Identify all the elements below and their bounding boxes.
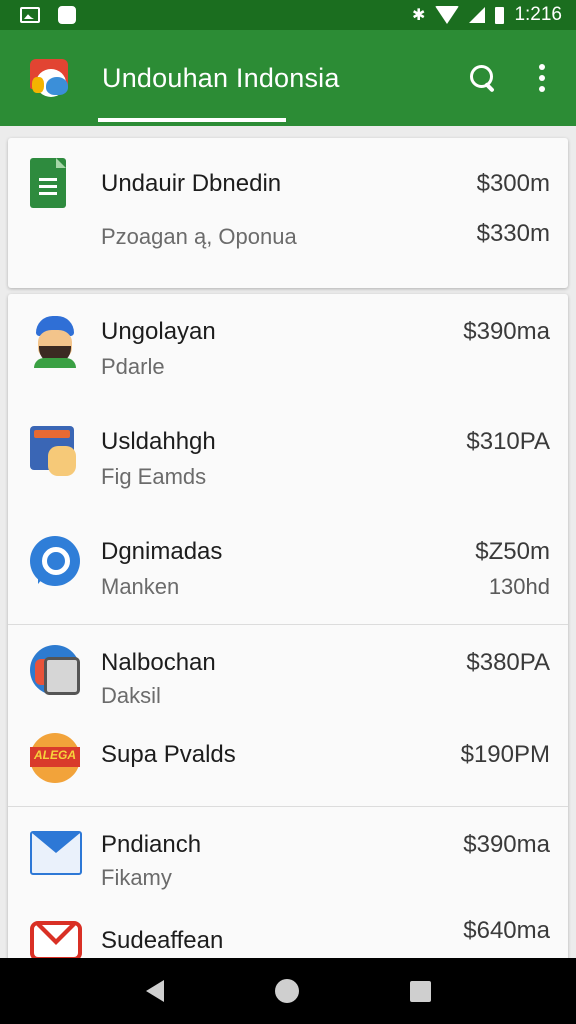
map-pin-icon	[30, 536, 80, 586]
list-item-subtitle: Manken	[101, 574, 180, 599]
summary-title: Undauir Dbnedin	[101, 170, 282, 197]
list-item-price: $190PM	[460, 741, 550, 768]
list-item-subtitle: Daksil	[101, 683, 161, 708]
status-bar: ✱ 1:216	[0, 0, 576, 30]
list-item[interactable]: Sudeaffean $640ma	[8, 907, 568, 958]
list-item[interactable]: Usldahhgh Fig Eamds $310PA	[8, 404, 568, 514]
list-item-price: $640ma	[463, 917, 550, 944]
list-item-title: Sudeaffean	[101, 927, 224, 954]
list-item-title: Nalbochan	[101, 649, 216, 676]
recent-apps-icon[interactable]	[409, 980, 431, 1002]
list-item-price: $390ma	[463, 831, 550, 858]
gallery-notification-icon	[20, 7, 40, 23]
list-item-price: $390ma	[463, 318, 550, 345]
list-item-subtitle: Fikamy	[101, 865, 172, 890]
face-avatar-icon	[30, 316, 80, 368]
summary-price-secondary: $330m	[476, 220, 550, 247]
list-item-title: Supa Pvalds	[101, 741, 236, 768]
app-title: Undouhan Indonsia	[102, 62, 340, 93]
navigation-bar	[0, 958, 576, 1024]
list-item[interactable]: Nalbochan Daksil $380PA	[8, 625, 568, 725]
mail-icon	[30, 831, 82, 875]
gmail-icon	[30, 921, 82, 958]
list-item-subtitle: Pdarle	[101, 354, 165, 379]
sale-badge-text: ALEGA	[34, 748, 76, 762]
list-item[interactable]: ALEGA Supa Pvalds $190PM	[8, 725, 568, 805]
app-logo-icon	[26, 55, 72, 101]
item-list-card: Ungolayan Pdarle $390ma Usldahhgh Fig Ea…	[8, 294, 568, 958]
app-bar: Undouhan Indonsia	[0, 30, 576, 126]
shop-notification-icon	[58, 6, 76, 24]
list-item-price: $310PA	[466, 428, 550, 455]
summary-subtitle: Pzoagan ą, Oponua	[101, 224, 297, 249]
list-item-title: Ungolayan	[101, 318, 216, 345]
summary-price: $300m	[476, 170, 550, 197]
list-item-title: Usldahhgh	[101, 428, 216, 455]
list-item[interactable]: Dgnimadas Manken $Z50m 130hd	[8, 514, 568, 624]
hand-window-icon	[30, 426, 80, 476]
summary-card[interactable]: Undauir Dbnedin Pzoagan ą, Oponua $300m …	[8, 138, 568, 288]
battery-icon	[495, 6, 505, 24]
status-time: 1:216	[514, 4, 562, 25]
list-item-title: Dgnimadas	[101, 538, 223, 565]
sheet-document-icon	[30, 158, 66, 208]
list-item-price: $Z50m	[475, 538, 550, 565]
list-item[interactable]: Pndianch Fikamy $390ma	[8, 807, 568, 907]
summary-row[interactable]: Undauir Dbnedin Pzoagan ą, Oponua $300m …	[8, 138, 568, 288]
list-item-price-secondary: 130hd	[488, 574, 550, 599]
tab-indicator	[98, 118, 286, 122]
wifi-icon	[435, 6, 460, 24]
list-item-title: Pndianch	[101, 831, 202, 858]
content-area[interactable]: Undauir Dbnedin Pzoagan ą, Oponua $300m …	[0, 126, 576, 958]
signal-icon	[469, 7, 486, 23]
search-icon[interactable]	[468, 63, 498, 93]
bluetooth-icon: ✱	[412, 7, 426, 24]
sale-badge-icon: ALEGA	[30, 733, 80, 783]
more-options-icon[interactable]	[538, 64, 546, 92]
device-icon	[30, 645, 80, 695]
list-item-subtitle: Fig Eamds	[101, 464, 207, 489]
back-icon[interactable]	[145, 980, 164, 1002]
list-item[interactable]: Ungolayan Pdarle $390ma	[8, 294, 568, 404]
home-icon[interactable]	[274, 979, 299, 1003]
list-item-price: $380PA	[466, 649, 550, 676]
